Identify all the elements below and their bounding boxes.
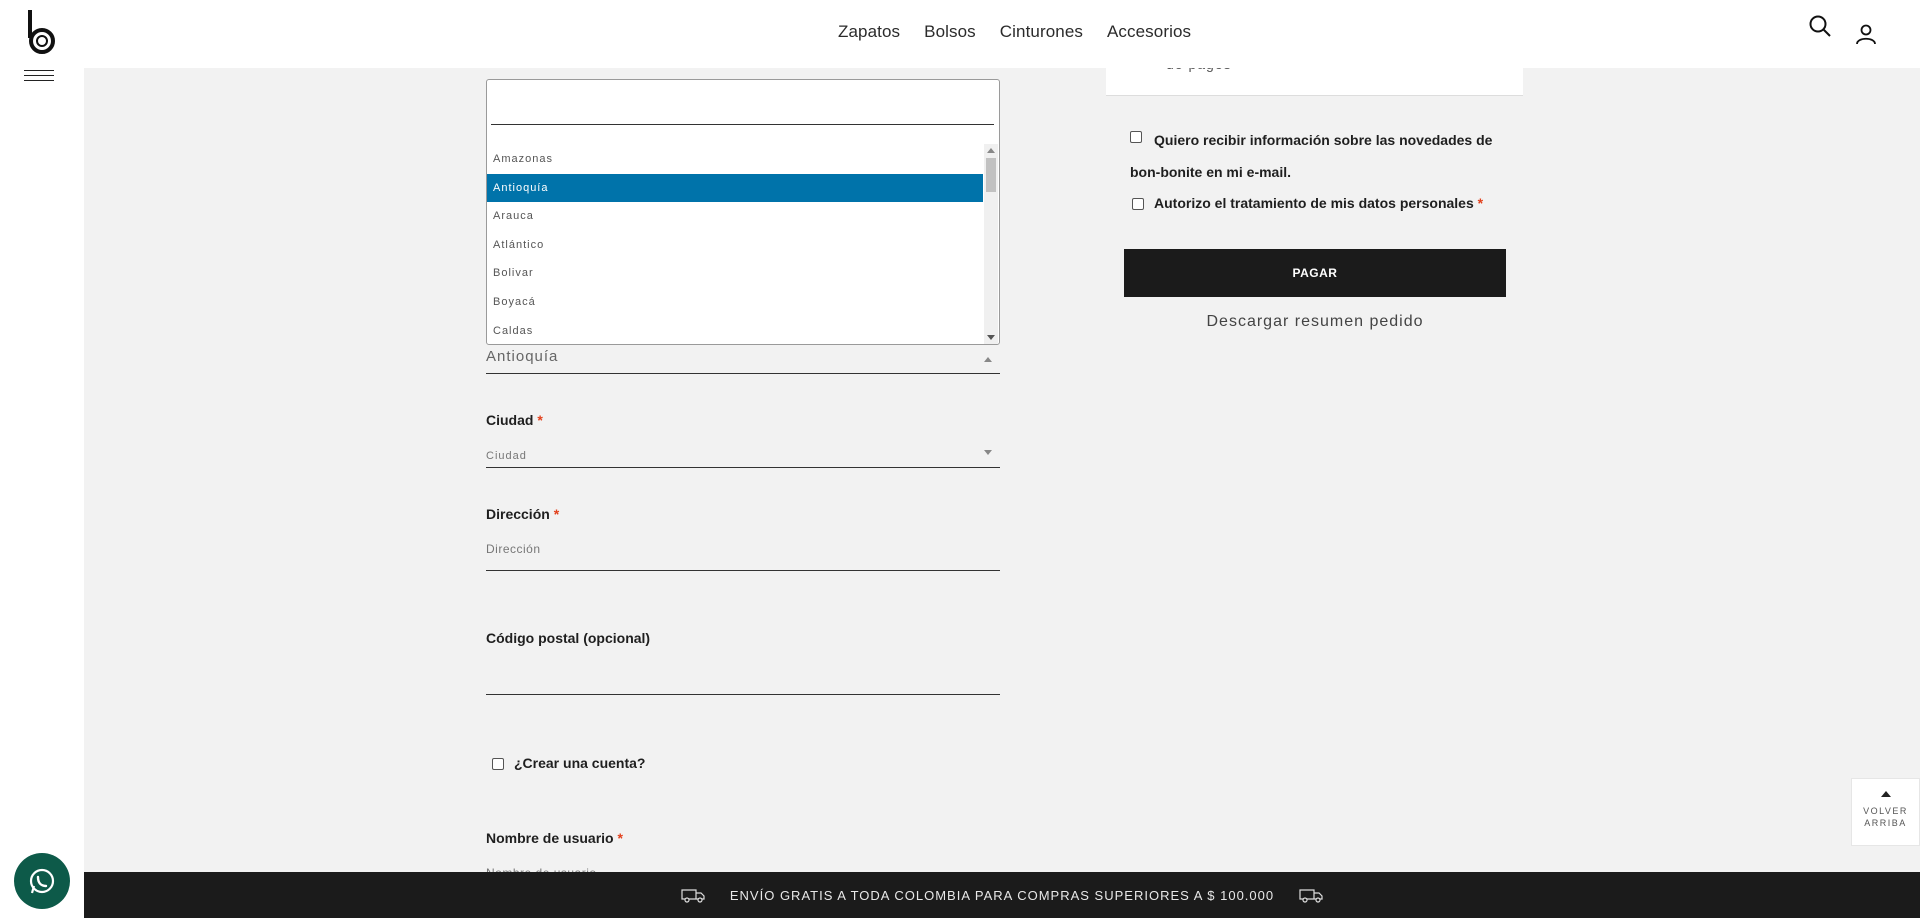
ciudad-value: Ciudad xyxy=(486,450,527,462)
whatsapp-icon xyxy=(29,868,55,894)
shipping-banner: ENVÍO GRATIS A TODA COLOMBIA PARA COMPRA… xyxy=(84,872,1920,918)
pagar-button[interactable]: PAGAR xyxy=(1124,249,1506,297)
crear-cuenta-checkbox[interactable] xyxy=(492,758,504,770)
direccion-label: Dirección * xyxy=(486,506,560,522)
departamento-value: Antioquía xyxy=(486,348,559,365)
scroll-down-arrow-icon[interactable] xyxy=(987,335,995,340)
dropdown-option[interactable]: Boyacá xyxy=(487,288,983,317)
user-account-icon[interactable] xyxy=(1854,22,1878,46)
departamento-dropdown[interactable]: Amazonas Antioquía Arauca Atlántico Boli… xyxy=(486,79,1000,345)
dropdown-scrollbar[interactable] xyxy=(984,144,998,344)
usuario-label: Nombre de usuario * xyxy=(486,830,623,846)
postal-label: Código postal (opcional) xyxy=(486,630,651,646)
hamburger-menu-icon[interactable] xyxy=(24,70,54,86)
dropdown-option-selected[interactable]: Antioquía xyxy=(487,173,983,203)
descargar-resumen-link[interactable]: Descargar resumen pedido xyxy=(1124,313,1506,331)
dropdown-option[interactable]: Caldas xyxy=(487,317,983,344)
whatsapp-button[interactable] xyxy=(14,853,70,909)
dropdown-search-input[interactable] xyxy=(491,124,994,125)
nav-cinturones[interactable]: Cinturones xyxy=(1000,22,1083,42)
scroll-thumb[interactable] xyxy=(986,158,996,192)
site-header: Zapatos Bolsos Cinturones Accesorios xyxy=(84,0,1920,68)
left-rail xyxy=(0,0,84,918)
caret-down-icon xyxy=(984,450,992,455)
newsletter-row[interactable]: Quiero recibir información sobre las nov… xyxy=(1130,124,1506,188)
delivery-truck-icon xyxy=(681,889,705,903)
dropdown-option[interactable]: Amazonas xyxy=(487,145,983,174)
dropdown-option[interactable]: Bolivar xyxy=(487,259,983,288)
brand-logo[interactable] xyxy=(24,8,58,56)
privacy-row[interactable]: Autorizo el tratamiento de mis datos per… xyxy=(1132,195,1483,211)
newsletter-checkbox[interactable] xyxy=(1130,131,1142,143)
search-icon[interactable] xyxy=(1808,14,1832,38)
departamento-select[interactable]: Antioquía xyxy=(486,348,1000,374)
ciudad-label: Ciudad * xyxy=(486,412,543,428)
arrow-up-icon xyxy=(1880,791,1891,797)
nav-accesorios[interactable]: Accesorios xyxy=(1107,22,1191,42)
privacy-checkbox[interactable] xyxy=(1132,198,1144,210)
caret-up-icon xyxy=(984,357,992,362)
direccion-input[interactable]: Dirección xyxy=(486,540,1000,571)
nav-bolsos[interactable]: Bolsos xyxy=(924,22,976,42)
shipping-text: ENVÍO GRATIS A TODA COLOMBIA PARA COMPRA… xyxy=(729,887,1275,903)
postal-input[interactable] xyxy=(486,660,1000,695)
crear-cuenta-row[interactable]: ¿Crear una cuenta? xyxy=(492,755,645,771)
scroll-up-arrow-icon[interactable] xyxy=(987,148,995,153)
dropdown-options: Amazonas Antioquía Arauca Atlántico Boli… xyxy=(487,145,983,344)
nav-zapatos[interactable]: Zapatos xyxy=(838,22,900,42)
ciudad-select[interactable]: Ciudad xyxy=(486,446,1000,468)
dropdown-option[interactable]: Atlántico xyxy=(487,231,983,260)
delivery-truck-icon xyxy=(1299,889,1323,903)
main-nav: Zapatos Bolsos Cinturones Accesorios xyxy=(838,22,1191,42)
back-to-top-button[interactable]: VOLVER ARRIBA xyxy=(1851,778,1920,846)
dropdown-option[interactable]: Arauca xyxy=(487,202,983,231)
